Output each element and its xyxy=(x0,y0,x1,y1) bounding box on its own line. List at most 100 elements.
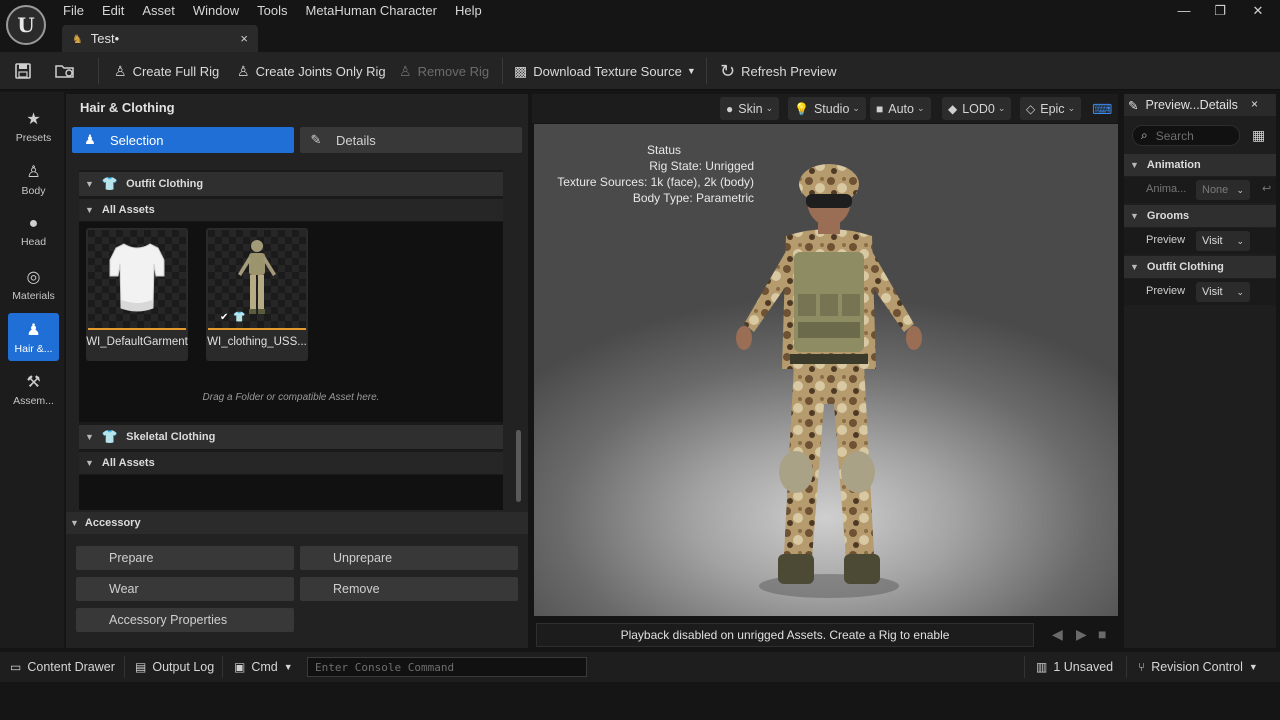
camera-auto-dropdown[interactable]: ■ Auto ⌄ xyxy=(870,97,931,120)
rail-item-label: Head xyxy=(20,235,47,248)
wear-button[interactable]: Wear xyxy=(76,577,294,601)
studio-label: Studio xyxy=(813,101,850,116)
remove-rig-button[interactable]: ♙ Remove Rig xyxy=(399,52,489,90)
studio-dropdown[interactable]: 💡 Studio ⌄ xyxy=(788,97,866,120)
close-tab-icon[interactable]: × xyxy=(240,31,248,46)
rail-item-presets[interactable]: ★ Presets xyxy=(8,102,59,150)
outfit-preview-row: Preview Visit ⌄ xyxy=(1124,279,1276,305)
asset-tile-default-garment[interactable]: WI_DefaultGarment xyxy=(86,228,188,361)
create-full-rig-label: Create Full Rig xyxy=(132,63,220,79)
rail-item-body[interactable]: ♙ Body xyxy=(8,155,59,203)
asset-scroll-area[interactable]: ▼ 👕 Outfit Clothing ▼ All Assets WI_Defa… xyxy=(79,170,503,510)
grid-view-icon[interactable]: ▦ xyxy=(1252,127,1265,144)
document-tab[interactable]: ♞ Test• × xyxy=(62,25,258,52)
menu-asset[interactable]: Asset xyxy=(133,2,184,20)
maximize-icon[interactable]: ❐ xyxy=(1205,2,1235,20)
details-panel-title: Preview...Details xyxy=(1145,98,1238,112)
refresh-preview-button[interactable]: ↻ Refresh Preview xyxy=(720,52,836,90)
details-search-box[interactable]: ⌕ Search xyxy=(1132,125,1240,146)
pencil-icon: ✎ xyxy=(1128,98,1139,113)
menu-window[interactable]: Window xyxy=(184,2,248,20)
revision-control-label: Revision Control xyxy=(1151,660,1243,674)
revision-control-button[interactable]: ⑂ Revision Control ▼ xyxy=(1138,652,1258,682)
grooms-preview-dropdown[interactable]: Visit ⌄ xyxy=(1196,231,1250,251)
outfit-preview-dropdown[interactable]: Visit ⌄ xyxy=(1196,282,1250,302)
unprepare-button[interactable]: Unprepare xyxy=(300,546,518,570)
rail-item-head[interactable]: ● Head xyxy=(8,207,59,255)
skeletal-asset-grid[interactable] xyxy=(79,475,503,510)
close-panel-icon[interactable]: × xyxy=(1251,97,1258,111)
skin-label: Skin xyxy=(738,101,763,116)
content-drawer-button[interactable]: ▭ Content Drawer xyxy=(10,652,115,682)
tab-selection[interactable]: ♟ Selection xyxy=(72,127,294,153)
grooms-section-label: Grooms xyxy=(1146,210,1190,222)
animation-section-header[interactable]: ▼ Animation xyxy=(1124,154,1276,176)
play-forward-icon[interactable]: ▶ xyxy=(1076,626,1087,643)
status-bar: ▭ Content Drawer ▤ Output Log ▣ Cmd ▼ ▥ … xyxy=(0,652,1280,682)
unreal-logo-icon[interactable]: U xyxy=(6,5,46,45)
menu-tools[interactable]: Tools xyxy=(248,2,296,20)
play-reverse-icon[interactable]: ◀ xyxy=(1052,626,1063,643)
scrollbar-thumb[interactable] xyxy=(516,430,521,502)
outfit-clothing-header[interactable]: ▼ 👕 Outfit Clothing xyxy=(79,172,503,196)
skeletal-all-assets-label: All Assets xyxy=(101,457,155,469)
chevron-down-icon: ▼ xyxy=(283,662,293,672)
skeletal-clothing-header[interactable]: ▼ 👕 Skeletal Clothing xyxy=(79,425,503,449)
asset-tile-clothing-uss[interactable]: ✔ 👕 WI_clothing_USS... xyxy=(206,228,308,361)
chevron-down-icon: ⌄ xyxy=(997,103,1006,113)
menu-edit[interactable]: Edit xyxy=(93,2,133,20)
rail-item-hair-clothing[interactable]: ♟ Hair &... xyxy=(8,313,59,361)
status-divider xyxy=(1126,656,1127,678)
outfit-clothing-section-label: Outfit Clothing xyxy=(1146,261,1224,273)
prepare-button[interactable]: Prepare xyxy=(76,546,294,570)
star-icon: ★ xyxy=(26,110,41,128)
head-icon: ● xyxy=(28,214,39,232)
skeletal-clothing-label: Skeletal Clothing xyxy=(126,431,216,443)
tab-details[interactable]: ✎ Details xyxy=(300,127,522,153)
details-panel-tab[interactable]: ✎ Preview...Details × xyxy=(1124,94,1276,116)
create-full-rig-button[interactable]: ♙ Create Full Rig xyxy=(114,52,219,90)
content-drawer-label: Content Drawer xyxy=(27,660,115,674)
minimize-icon[interactable]: — xyxy=(1169,2,1199,20)
save-button[interactable] xyxy=(14,52,32,90)
menu-file[interactable]: File xyxy=(54,2,93,20)
rail-item-materials[interactable]: ◎ Materials xyxy=(8,260,59,308)
outfit-clothing-section-header[interactable]: ▼ Outfit Clothing xyxy=(1124,256,1276,278)
quality-dropdown[interactable]: ◇ Epic ⌄ xyxy=(1020,97,1082,120)
menu-help[interactable]: Help xyxy=(446,2,491,20)
download-texture-source-button[interactable]: ▩ Download Texture Source ▼ xyxy=(514,52,696,90)
stop-icon[interactable]: ■ xyxy=(1098,626,1106,642)
hair-clothing-panel: Hair & Clothing ♟ Selection ✎ Details ▼ … xyxy=(66,94,528,648)
grooms-section-header[interactable]: ▼ Grooms xyxy=(1124,205,1276,227)
close-window-icon[interactable]: ✕ xyxy=(1243,2,1273,20)
diamond-icon: ◇ xyxy=(1026,101,1036,116)
rail-item-label: Hair &... xyxy=(14,342,53,355)
accessory-properties-button[interactable]: Accessory Properties xyxy=(76,608,294,632)
reset-arrow-icon[interactable]: ↩ xyxy=(1262,182,1271,195)
save-icon xyxy=(15,63,31,79)
browse-asset-button[interactable] xyxy=(54,52,76,90)
lod-label: LOD0 xyxy=(962,101,995,116)
category-rail: ★ Presets ♙ Body ● Head ◎ Materials ♟ Ha… xyxy=(0,92,64,648)
menu-metahuman-character[interactable]: MetaHuman Character xyxy=(296,2,446,20)
cmd-dropdown[interactable]: ▣ Cmd ▼ xyxy=(234,652,293,682)
lod-dropdown[interactable]: ◆ LOD0 ⌄ xyxy=(942,97,1012,120)
output-log-button[interactable]: ▤ Output Log xyxy=(135,652,214,682)
console-command-input[interactable] xyxy=(307,657,587,677)
collapse-arrow-icon: ▼ xyxy=(85,432,94,442)
unsaved-icon: ▥ xyxy=(1036,660,1048,674)
outfit-asset-grid[interactable]: WI_DefaultGarment ✔ 👕 WI_clothing_USS...… xyxy=(79,222,503,422)
materials-icon: ◎ xyxy=(26,268,41,286)
remove-button[interactable]: Remove xyxy=(300,577,518,601)
character-viewport[interactable]: Status Rig State: Unrigged Texture Sourc… xyxy=(534,124,1118,616)
outfit-all-assets-header[interactable]: ▼ All Assets xyxy=(79,199,503,221)
unsaved-button[interactable]: ▥ 1 Unsaved xyxy=(1036,652,1113,682)
accessory-header[interactable]: ▼ Accessory xyxy=(66,512,528,534)
status-divider xyxy=(222,656,223,678)
animation-dropdown[interactable]: None ⌄ xyxy=(1196,180,1250,200)
skin-dropdown[interactable]: ● Skin ⌄ xyxy=(720,97,780,120)
keyboard-icon[interactable]: ⌨ xyxy=(1092,101,1112,118)
create-joints-only-rig-button[interactable]: ♙ Create Joints Only Rig xyxy=(237,52,386,90)
skeletal-all-assets-header[interactable]: ▼ All Assets xyxy=(79,452,503,474)
rail-item-assembly[interactable]: ⚒ Assem... xyxy=(8,365,59,413)
